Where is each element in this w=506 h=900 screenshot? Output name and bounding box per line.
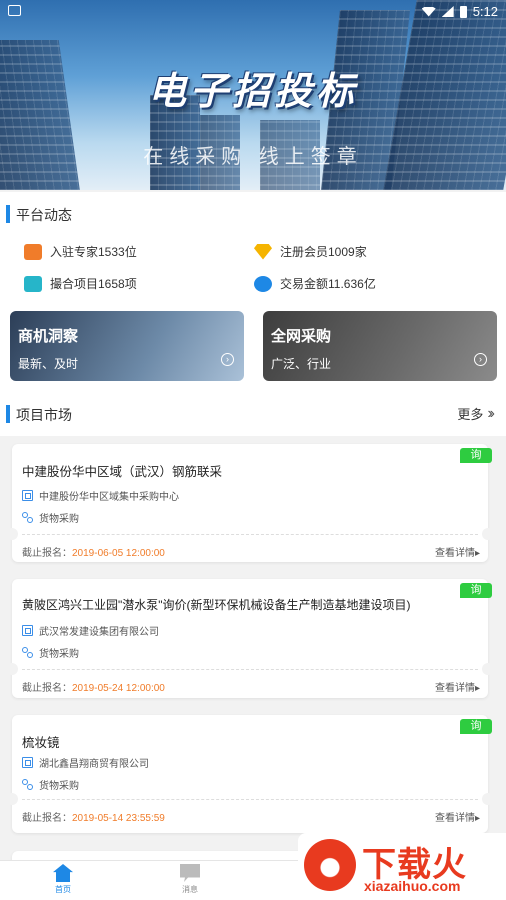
section-accent-bar [6, 405, 10, 423]
watermark-url: xiazaihuo.com [364, 878, 461, 894]
expert-icon [24, 243, 42, 260]
divider [22, 799, 478, 800]
company-row: 中建股份华中区域集中采购中心 [22, 488, 179, 503]
company-name: 武汉常发建设集团有限公司 [39, 627, 159, 638]
wifi-icon [421, 6, 436, 17]
building-icon [22, 490, 33, 501]
promo-cards: 商机洞察 最新、及时 › 全网采购 广泛、行业 › [0, 300, 506, 392]
type-row: 货物采购 [22, 510, 79, 525]
more-link[interactable]: 更多 ›› [457, 404, 494, 423]
stat-label: 交易金额11.636亿 [280, 277, 376, 291]
stat-label: 撮合项目1658项 [50, 277, 137, 291]
member-icon [254, 243, 272, 260]
watermark: 下载火 xiazaihuo.com [298, 833, 506, 900]
fire-logo-icon [304, 839, 356, 891]
banner-title: 电子招投标 [147, 71, 358, 113]
stat-label: 注册会员1009家 [280, 245, 367, 259]
building-icon [22, 757, 33, 768]
nav-label: 首页 [55, 885, 71, 894]
money-icon [254, 275, 272, 292]
procurement-type: 货物采购 [39, 649, 79, 660]
nav-home[interactable]: 首页 [23, 864, 103, 895]
promo-subtitle: 广泛、行业 [271, 357, 332, 371]
promo-subtitle: 最新、及时 [18, 357, 79, 371]
deadline-value: 2019-05-14 23:55:59 [72, 813, 165, 824]
project-title: 黄陂区鸿兴工业园"潜水泵"询价(新型环保机械设备生产制造基地建设项目) [22, 598, 411, 612]
stat-matched: 撮合项目1658项 [24, 275, 137, 292]
battery-icon [459, 5, 467, 18]
deadline: 截止报名：2019-05-14 23:55:59 [22, 813, 165, 824]
deadline-value: 2019-06-05 12:00:00 [72, 548, 165, 559]
nav-messages[interactable]: 消息 [150, 864, 230, 895]
project-card[interactable]: 询 黄陂区鸿兴工业园"潜水泵"询价(新型环保机械设备生产制造基地建设项目) 武汉… [6, 579, 494, 698]
company-row: 湖北鑫昌翔商贸有限公司 [22, 755, 149, 770]
section-title: 项目市场 [16, 407, 72, 423]
deadline: 截止报名：2019-05-24 12:00:00 [22, 683, 165, 694]
category-icon [22, 779, 33, 790]
more-label: 更多 [457, 407, 484, 422]
double-chevron-right-icon: ›› [487, 404, 494, 422]
stat-label: 入驻专家1533位 [50, 245, 137, 259]
banner-subtitle: 在线采购 线上签章 [143, 146, 363, 168]
nav-label: 消息 [182, 885, 198, 894]
promo-title: 全网采购 [271, 328, 332, 345]
banner[interactable]: 5:12 电子招投标 在线采购 线上签章 [0, 0, 506, 190]
message-icon [180, 864, 200, 882]
company-name: 中建股份华中区域集中采购中心 [39, 492, 179, 503]
inquiry-badge: 询 [460, 583, 492, 598]
divider [22, 669, 478, 670]
type-row: 货物采购 [22, 777, 79, 792]
procurement-type: 货物采购 [39, 781, 79, 792]
app-screen: 5:12 电子招投标 在线采购 线上签章 平台动态 入驻专家1533位 注册会员… [0, 0, 506, 900]
home-icon [53, 864, 73, 882]
match-icon [24, 275, 42, 292]
view-detail-link[interactable]: 查看详情▸ [435, 544, 480, 559]
project-card[interactable]: 询 梳妆镜 湖北鑫昌翔商贸有限公司 货物采购 截止报名：2019-05-14 2… [6, 715, 494, 833]
section-title: 平台动态 [16, 207, 72, 223]
project-list[interactable]: 询 中建股份华中区域（武汉）钢筋联采 中建股份华中区域集中采购中心 货物采购 截… [0, 436, 506, 861]
promo-business-insight[interactable]: 商机洞察 最新、及时 › [10, 311, 244, 381]
building-icon [22, 625, 33, 636]
deadline-value: 2019-05-24 12:00:00 [72, 683, 165, 694]
category-icon [22, 512, 33, 523]
stat-members: 注册会员1009家 [254, 243, 367, 260]
clock: 5:12 [472, 4, 498, 19]
view-detail-link[interactable]: 查看详情▸ [435, 679, 480, 694]
project-card[interactable]: 询 中建股份华中区域（武汉）钢筋联采 中建股份华中区域集中采购中心 货物采购 截… [6, 444, 494, 562]
market-section-header: 项目市场 更多 ›› [0, 392, 506, 436]
project-title: 梳妆镜 [22, 736, 60, 750]
stat-experts: 入驻专家1533位 [24, 243, 137, 260]
company-name: 湖北鑫昌翔商贸有限公司 [39, 759, 149, 770]
promo-network-procurement[interactable]: 全网采购 广泛、行业 › [263, 311, 497, 381]
deadline: 截止报名：2019-06-05 12:00:00 [22, 548, 165, 559]
image-notification-icon [8, 5, 21, 16]
signal-icon [441, 6, 454, 17]
status-bar: 5:12 [0, 0, 506, 24]
category-icon [22, 647, 33, 658]
chevron-right-icon: › [221, 353, 234, 366]
promo-title: 商机洞察 [18, 328, 79, 345]
company-row: 武汉常发建设集团有限公司 [22, 623, 159, 638]
procurement-type: 货物采购 [39, 514, 79, 525]
platform-section-header: 平台动态 [0, 192, 506, 236]
platform-stats: 入驻专家1533位 注册会员1009家 撮合项目1658项 交易金额11.636… [0, 233, 506, 300]
type-row: 货物采购 [22, 645, 79, 660]
section-accent-bar [6, 205, 10, 223]
inquiry-badge: 询 [460, 719, 492, 734]
chevron-right-icon: › [474, 353, 487, 366]
inquiry-badge: 询 [460, 448, 492, 463]
view-detail-link[interactable]: 查看详情▸ [435, 809, 480, 824]
project-title: 中建股份华中区域（武汉）钢筋联采 [22, 465, 223, 479]
divider [22, 534, 478, 535]
stat-amount: 交易金额11.636亿 [254, 275, 376, 292]
